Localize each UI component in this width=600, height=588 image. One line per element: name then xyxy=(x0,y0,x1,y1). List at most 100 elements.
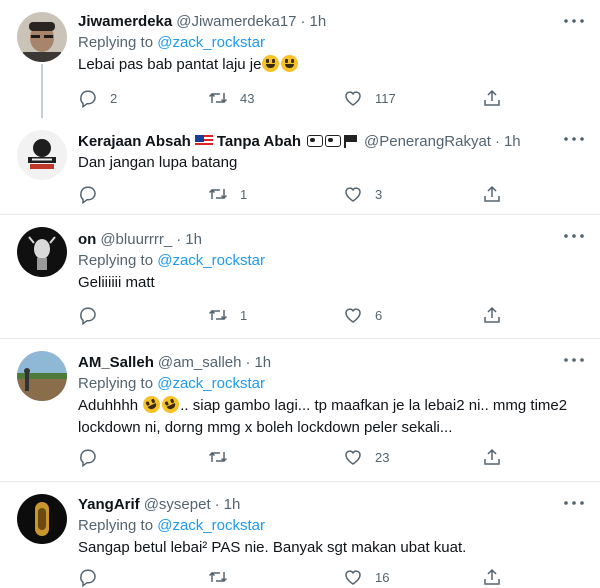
tweet[interactable]: Kerajaan Absah Tanpa Abah @PenerangRakya… xyxy=(0,118,600,215)
reply-icon xyxy=(80,569,96,587)
like-count: 6 xyxy=(375,307,383,323)
avatar[interactable] xyxy=(17,351,67,401)
grinning-face-emoji-icon xyxy=(262,55,280,72)
user-handle[interactable]: @bluurrrr_ xyxy=(100,231,172,248)
black-flag-icon xyxy=(344,135,358,148)
retweet-button[interactable]: 1 xyxy=(208,183,247,205)
like-count: 16 xyxy=(375,569,390,585)
like-icon xyxy=(345,308,361,323)
more-icon[interactable] xyxy=(562,134,586,144)
display-name[interactable]: on xyxy=(78,231,96,248)
retweet-icon xyxy=(208,451,228,463)
retweet-button[interactable] xyxy=(208,446,228,468)
retweet-icon xyxy=(208,309,228,321)
mention-link[interactable]: @zack_rockstar xyxy=(157,375,265,392)
share-icon xyxy=(484,89,500,106)
thread-line xyxy=(41,64,43,118)
more-icon[interactable] xyxy=(562,231,586,241)
replying-to: Replying to @zack_rockstar xyxy=(78,373,588,395)
replying-to-label: Replying to xyxy=(78,517,154,534)
separator-dot: · xyxy=(245,353,251,371)
display-name-suffix[interactable]: Tanpa Abah xyxy=(217,133,301,150)
like-button[interactable]: 16 xyxy=(343,566,389,588)
mention-link[interactable]: @zack_rockstar xyxy=(157,34,265,51)
display-name[interactable]: YangArif xyxy=(78,496,140,513)
retweet-button[interactable]: 43 xyxy=(208,87,254,109)
replying-to-label: Replying to xyxy=(78,252,154,269)
share-icon xyxy=(484,306,500,323)
user-handle[interactable]: @Jiwamerdeka17 xyxy=(176,13,296,30)
tweet-text: Lebai pas bab pantat laju je xyxy=(78,54,588,76)
retweet-button[interactable] xyxy=(208,566,228,588)
avatar[interactable] xyxy=(17,227,67,277)
like-button[interactable]: 117 xyxy=(343,87,396,109)
replying-to: Replying to @zack_rockstar xyxy=(78,32,588,54)
tweet-feed: Jiwamerdeka @Jiwamerdeka17 · 1h Replying… xyxy=(0,0,600,588)
retweet-count: 43 xyxy=(240,90,255,106)
tweet-text: Dan jangan lupa batang xyxy=(78,154,238,171)
share-button[interactable] xyxy=(482,446,502,468)
more-icon[interactable] xyxy=(562,498,586,508)
more-icon[interactable] xyxy=(562,355,586,365)
separator-dot: · xyxy=(494,132,500,150)
like-count: 23 xyxy=(375,449,390,465)
share-button[interactable] xyxy=(482,183,502,205)
user-handle[interactable]: @PenerangRakyat xyxy=(364,133,491,150)
cow-icon xyxy=(325,135,341,147)
user-handle[interactable]: @sysepet xyxy=(144,496,211,513)
display-name[interactable]: Jiwamerdeka xyxy=(78,13,172,30)
share-icon xyxy=(484,185,500,202)
display-name[interactable]: AM_Salleh xyxy=(78,354,154,371)
like-count: 3 xyxy=(375,186,383,202)
user-handle[interactable]: @am_salleh xyxy=(158,354,242,371)
retweet-icon xyxy=(208,571,228,583)
avatar[interactable] xyxy=(17,130,67,180)
reply-icon xyxy=(80,449,96,467)
tweet-text: Aduhhhh .. siap gambo lagi... tp maafkan… xyxy=(78,393,588,439)
like-button[interactable]: 3 xyxy=(343,183,382,205)
share-button[interactable] xyxy=(482,304,502,326)
rolling-on-floor-laughing-emoji-icon xyxy=(140,393,164,416)
retweet-count: 1 xyxy=(240,307,248,323)
timestamp[interactable]: 1h xyxy=(224,496,241,513)
like-button[interactable]: 23 xyxy=(343,446,389,468)
tweet-text-start: Aduhhhh xyxy=(78,397,143,414)
avatar[interactable] xyxy=(17,494,67,544)
replying-to-label: Replying to xyxy=(78,375,154,392)
tweet-text-body: Lebai pas bab pantat laju je xyxy=(78,56,262,73)
timestamp[interactable]: 1h xyxy=(254,354,271,371)
more-icon[interactable] xyxy=(562,16,586,26)
tweet[interactable]: AM_Salleh @am_salleh · 1h Replying to @z… xyxy=(0,339,600,482)
tweet[interactable]: on @bluurrrr_ · 1h Replying to @zack_roc… xyxy=(0,215,600,339)
mention-link[interactable]: @zack_rockstar xyxy=(157,252,265,269)
display-name[interactable]: Kerajaan Absah xyxy=(78,133,191,150)
retweet-count: 1 xyxy=(240,186,248,202)
share-button[interactable] xyxy=(482,566,502,588)
reply-button[interactable] xyxy=(78,183,98,205)
share-icon xyxy=(484,568,500,585)
reply-button[interactable] xyxy=(78,446,98,468)
timestamp[interactable]: 1h xyxy=(185,231,202,248)
rolling-on-floor-laughing-emoji-icon xyxy=(159,393,183,416)
tweet-text: Geliiiiii matt xyxy=(78,274,155,291)
like-count: 117 xyxy=(375,90,396,106)
reply-button[interactable]: 2 xyxy=(78,87,117,109)
tweet-text-rest: .. siap gambo lagi... tp maafkan je la l… xyxy=(180,397,568,414)
tweet[interactable]: Jiwamerdeka @Jiwamerdeka17 · 1h Replying… xyxy=(0,0,600,118)
like-icon xyxy=(345,91,361,106)
replying-to: Replying to @zack_rockstar xyxy=(78,250,588,272)
tweet[interactable]: YangArif @sysepet · 1h Replying to @zack… xyxy=(0,482,600,588)
share-button[interactable] xyxy=(482,87,502,109)
like-icon xyxy=(345,450,361,465)
separator-dot: · xyxy=(300,12,306,30)
reply-button[interactable] xyxy=(78,566,98,588)
reply-button[interactable] xyxy=(78,304,98,326)
timestamp[interactable]: 1h xyxy=(310,13,327,30)
like-icon xyxy=(345,570,361,585)
retweet-button[interactable]: 1 xyxy=(208,304,247,326)
retweet-icon xyxy=(208,92,228,104)
avatar[interactable] xyxy=(17,12,67,62)
mention-link[interactable]: @zack_rockstar xyxy=(157,517,265,534)
timestamp[interactable]: 1h xyxy=(504,133,521,150)
like-button[interactable]: 6 xyxy=(343,304,382,326)
